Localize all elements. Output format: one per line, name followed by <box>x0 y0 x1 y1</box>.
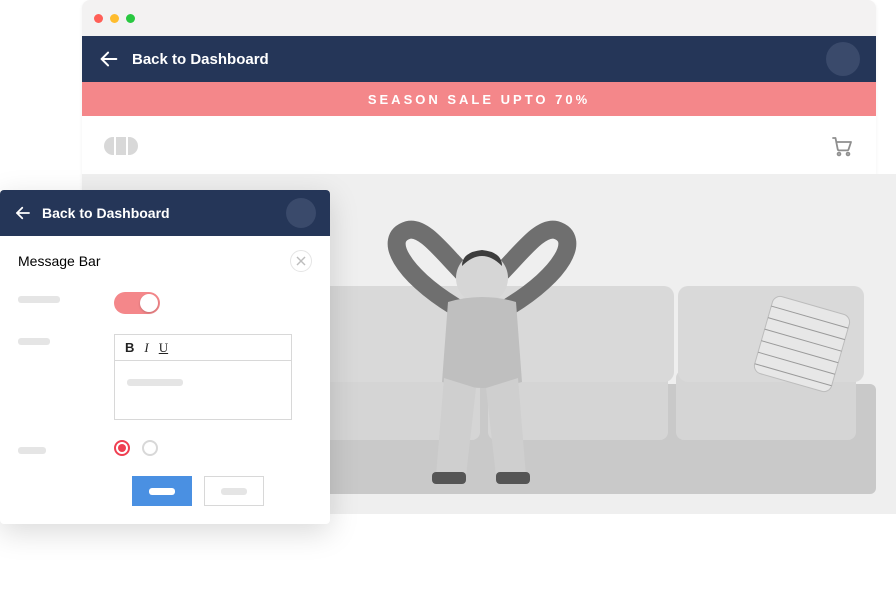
save-button[interactable] <box>132 476 192 506</box>
editor-toolbar: B I U <box>115 335 291 361</box>
panel-header: Message Bar <box>0 236 330 286</box>
panel-back-link[interactable]: Back to Dashboard <box>42 205 170 221</box>
cancel-button[interactable] <box>204 476 264 506</box>
close-icon <box>296 256 306 266</box>
rich-text-editor: B I U <box>114 334 292 420</box>
bold-button[interactable]: B <box>125 340 134 355</box>
panel-actions <box>18 476 312 506</box>
toggle-row <box>18 292 312 314</box>
message-text-row: B I U <box>18 334 312 420</box>
panel-body: B I U <box>0 286 330 506</box>
radio-option-2[interactable] <box>142 440 158 456</box>
panel-title: Message Bar <box>18 253 100 269</box>
option-label <box>18 443 114 454</box>
app-topbar: Back to Dashboard <box>82 36 876 82</box>
italic-button[interactable]: I <box>144 340 148 356</box>
back-to-dashboard-link[interactable]: Back to Dashboard <box>132 51 269 68</box>
close-button[interactable] <box>290 250 312 272</box>
editor-textarea[interactable] <box>115 361 291 419</box>
panel-topbar: Back to Dashboard <box>0 190 330 236</box>
avatar[interactable] <box>286 198 316 228</box>
back-arrow-icon[interactable] <box>14 204 32 222</box>
toggle-label <box>18 292 114 303</box>
window-minimize-icon[interactable] <box>110 14 119 23</box>
radio-group <box>114 440 158 456</box>
window-close-icon[interactable] <box>94 14 103 23</box>
promo-text: SEASON SALE UPTO 70% <box>368 92 590 107</box>
radio-option-1[interactable] <box>114 440 130 456</box>
enable-toggle[interactable] <box>114 292 160 314</box>
back-arrow-icon[interactable] <box>98 48 120 70</box>
window-titlebar <box>82 0 876 36</box>
message-bar-panel: Back to Dashboard Message Bar B I U <box>0 190 330 524</box>
promo-message-bar: SEASON SALE UPTO 70% <box>82 82 876 116</box>
store-logo <box>104 137 138 155</box>
message-label <box>18 334 114 345</box>
window-zoom-icon[interactable] <box>126 14 135 23</box>
underline-button[interactable]: U <box>159 340 168 356</box>
store-nav <box>82 116 876 176</box>
cart-icon[interactable] <box>830 134 854 158</box>
avatar[interactable] <box>826 42 860 76</box>
option-row <box>18 440 312 456</box>
